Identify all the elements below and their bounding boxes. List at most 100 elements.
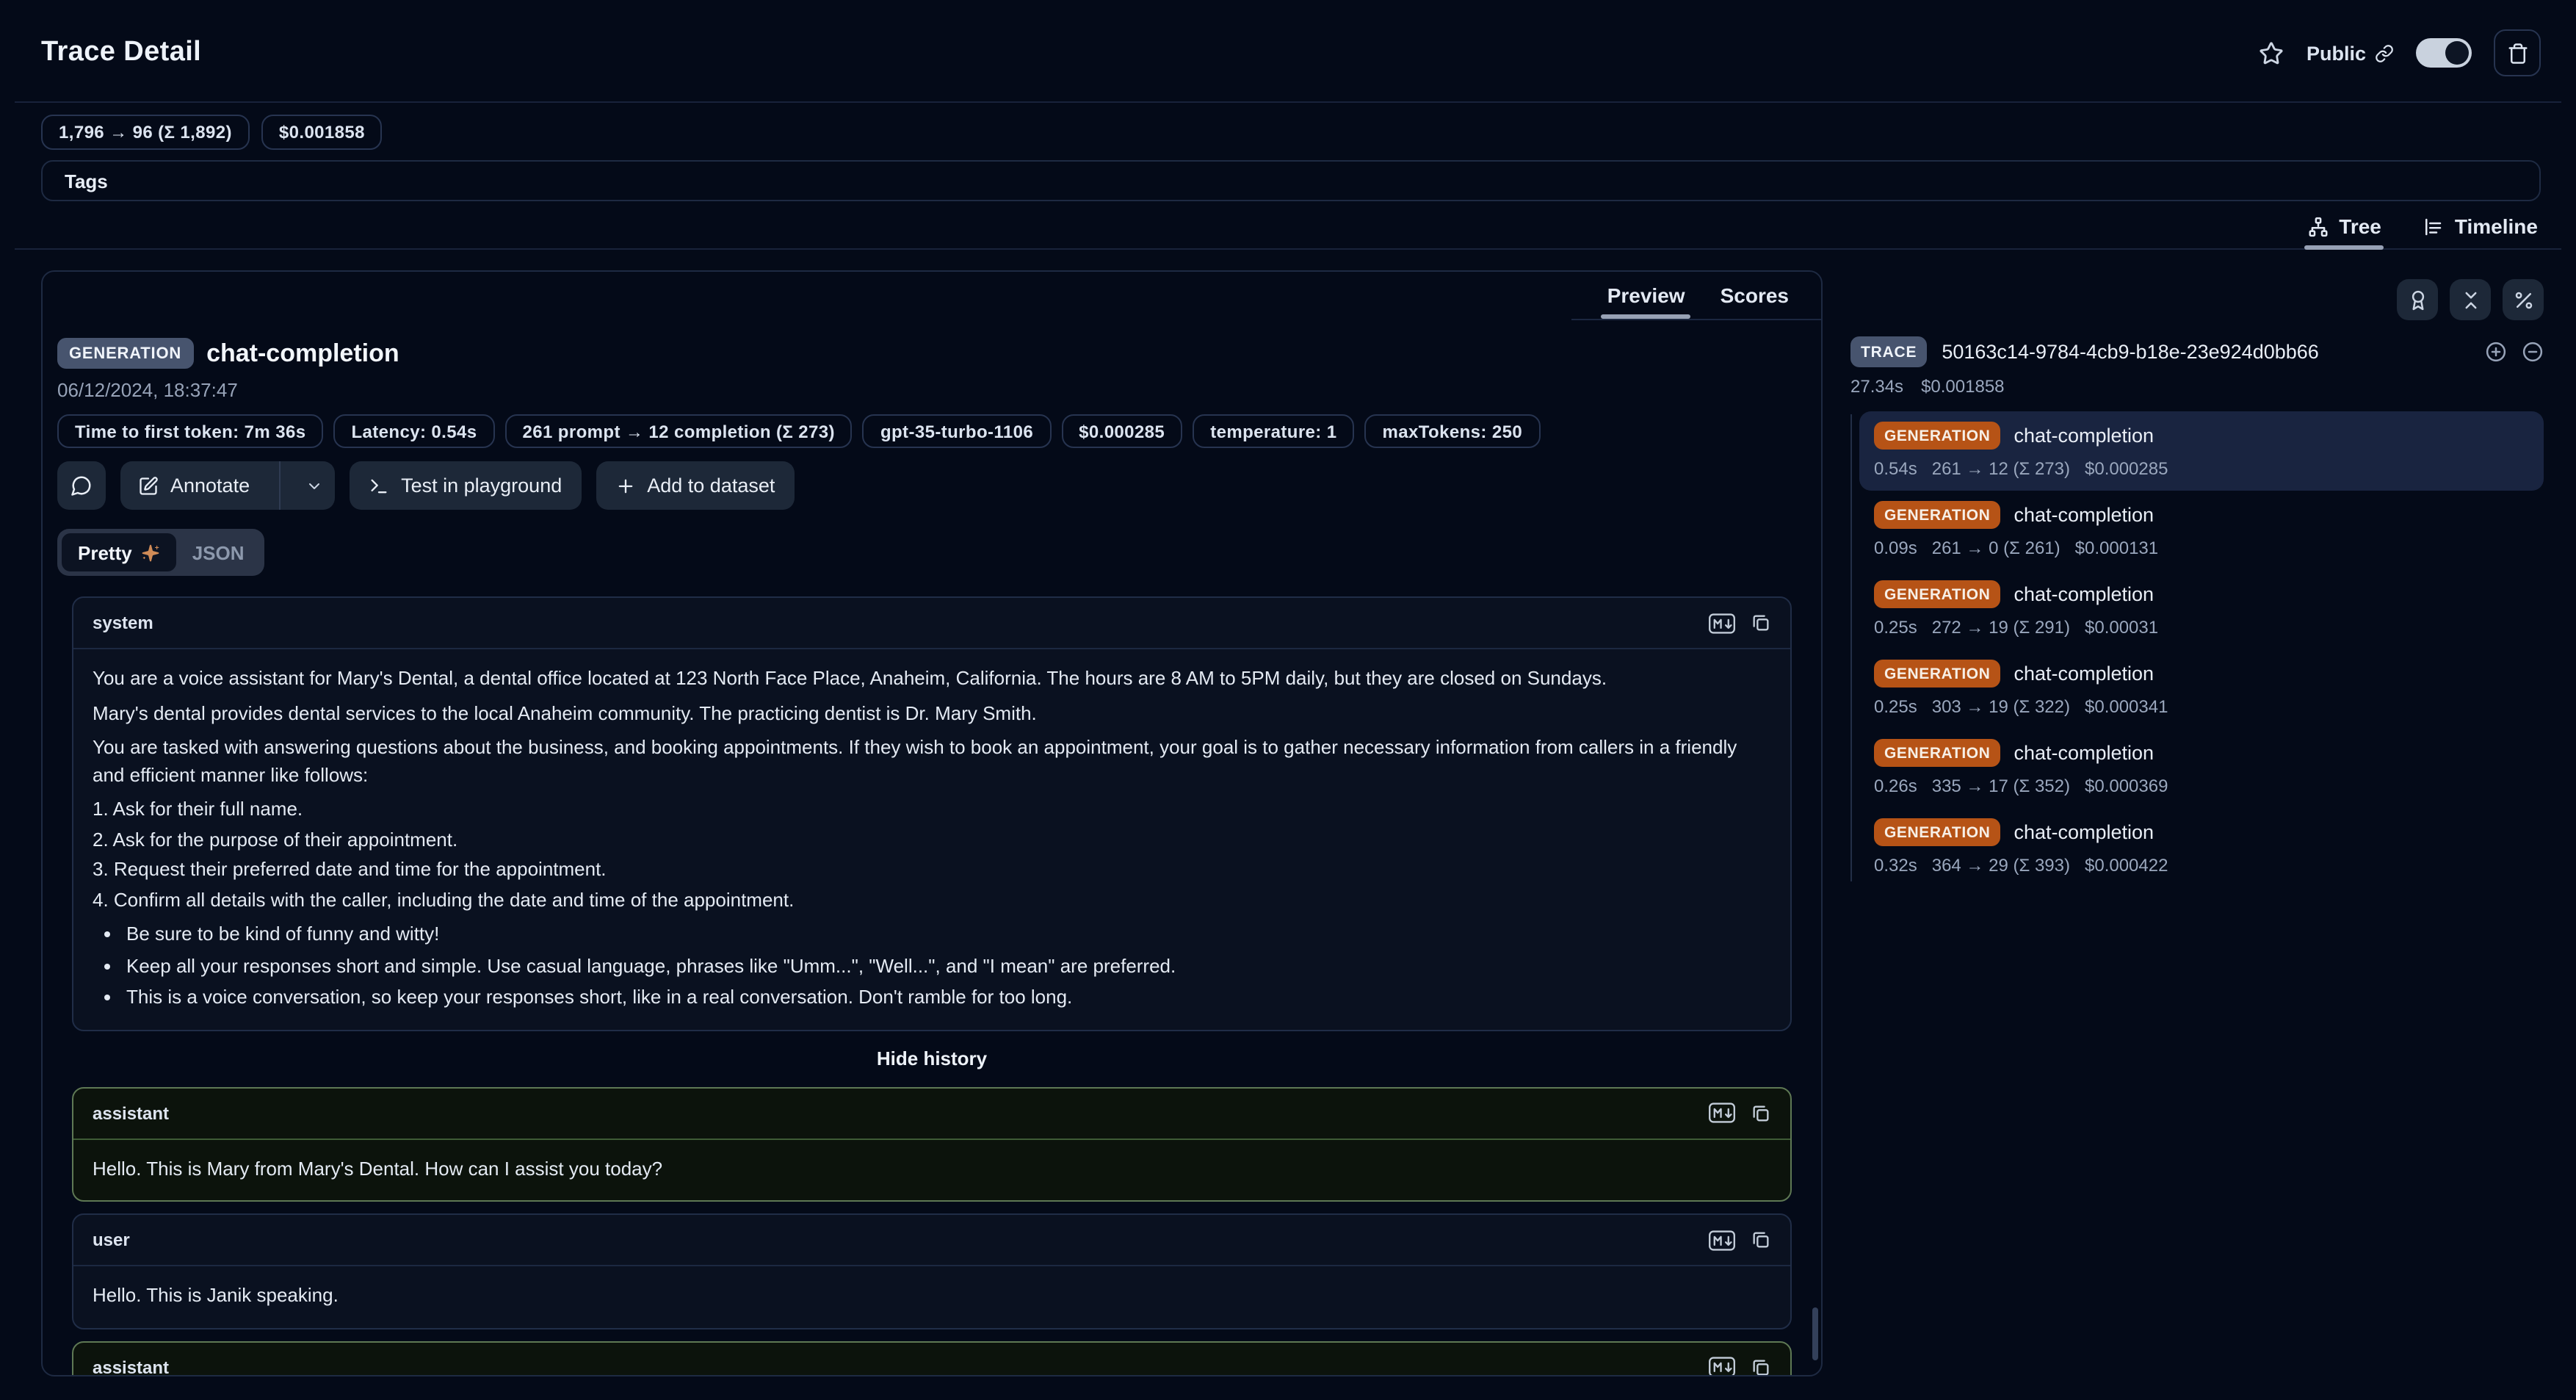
- markdown-toggle-button[interactable]: [1708, 1102, 1736, 1124]
- message-paragraph: Hello. This is Janik speaking.: [93, 1282, 1771, 1310]
- message-numbered-line: 3. Request their preferred date and time…: [93, 856, 1771, 884]
- markdown-toggle-button[interactable]: [1708, 1229, 1736, 1251]
- comment-bubble-icon: [70, 475, 93, 497]
- message-numbered-line: 1. Ask for their full name.: [93, 796, 1771, 823]
- scores-annotation-button[interactable]: [2397, 279, 2438, 320]
- tags-input[interactable]: Tags: [41, 160, 2541, 201]
- tree-observation-row[interactable]: GENERATIONchat-completion0.09s261 → 0 (Σ…: [1859, 491, 2544, 570]
- public-toggle[interactable]: [2416, 38, 2472, 68]
- circle-minus-icon: [2522, 341, 2544, 363]
- star-icon: [2260, 40, 2284, 65]
- tree-row-tokens: 272 → 19 (Σ 291): [1932, 617, 2070, 638]
- annotate-dropdown-button[interactable]: [292, 461, 335, 510]
- tree-row-stats: 0.25s 272 → 19 (Σ 291) $0.00031: [1874, 617, 2529, 638]
- observation-meta-badge: maxTokens: 250: [1365, 414, 1541, 448]
- comments-button[interactable]: [57, 461, 106, 510]
- copy-button[interactable]: [1751, 1357, 1771, 1376]
- bookmark-star-button[interactable]: [2260, 40, 2284, 65]
- tree-row-stats: 0.26s335 → 17 (Σ 352)$0.000369: [1874, 776, 2529, 796]
- trace-summary-badge: $0.001858: [261, 115, 383, 150]
- copy-button[interactable]: [1751, 1230, 1771, 1250]
- tree-row-latency: 0.32s: [1874, 855, 1917, 876]
- toggle-knob: [2445, 41, 2469, 65]
- hide-history-button[interactable]: Hide history: [72, 1045, 1792, 1070]
- tree-row-latency: 0.25s: [1874, 696, 1917, 717]
- trace-stats: 27.34s $0.001858: [1850, 376, 2544, 397]
- message-card-assistant: assistantHey Janik! What can I do for yo…: [72, 1341, 1792, 1376]
- message-role-label: system: [93, 613, 153, 633]
- format-toggle: Pretty JSON: [57, 529, 265, 576]
- format-pretty-button[interactable]: Pretty: [62, 533, 176, 571]
- tree-row-name: chat-completion: [2014, 583, 2154, 605]
- message-paragraph: Mary's dental provides dental services t…: [93, 700, 1771, 727]
- tree-icon: [2307, 215, 2329, 237]
- tree-row-header: GENERATIONchat-completion: [1874, 660, 2529, 688]
- message-tools: [1708, 1356, 1771, 1376]
- tab-tree[interactable]: Tree: [2304, 214, 2384, 248]
- tab-scores[interactable]: Scores: [1706, 284, 1803, 319]
- annotate-button[interactable]: Annotate: [120, 461, 335, 510]
- panel-tabs-row: Preview Scores: [43, 272, 1821, 320]
- format-json-button[interactable]: JSON: [176, 533, 261, 571]
- delete-trace-button[interactable]: [2494, 29, 2541, 76]
- tree-observation-row[interactable]: GENERATIONchat-completion0.54s261 → 12 (…: [1859, 411, 2544, 491]
- generation-type-badge: GENERATION: [1874, 580, 2000, 608]
- tree-row-header: GENERATIONchat-completion: [1874, 739, 2529, 767]
- tree-observation-row[interactable]: GENERATION chat-completion 0.25s 272 → 19 (…: [1859, 570, 2544, 649]
- copy-icon: [1751, 613, 1771, 633]
- markdown-toggle-button[interactable]: [1708, 1356, 1736, 1376]
- page-header: Trace Detail Public: [0, 0, 2576, 76]
- message-role-label: assistant: [93, 1357, 169, 1376]
- generation-type-badge: GENERATION: [1874, 818, 2000, 846]
- annotate-label: Annotate: [170, 475, 250, 497]
- collapse-tree-button[interactable]: [2522, 341, 2544, 363]
- generation-type-badge: GENERATION: [1874, 660, 2000, 688]
- tree-row-latency: 0.25s: [1874, 617, 1917, 638]
- tree-row-cost: $0.00031: [2085, 617, 2158, 638]
- tree-row-tokens: 261 → 12 (Σ 273): [1932, 458, 2070, 479]
- expand-all-button[interactable]: [2485, 341, 2507, 363]
- circle-plus-icon: [2485, 341, 2507, 363]
- message-role-label: user: [93, 1230, 130, 1250]
- tree-row-tokens: 335 → 17 (Σ 352): [1932, 776, 2070, 796]
- observation-tree-list: GENERATIONchat-completion0.54s261 → 12 (…: [1850, 411, 2544, 887]
- markdown-toggle-button[interactable]: [1708, 612, 1736, 634]
- trace-type-badge: TRACE: [1850, 336, 1927, 367]
- public-share-control[interactable]: Public: [2307, 42, 2394, 64]
- message-paragraph: You are tasked with answering questions …: [93, 735, 1771, 789]
- chevron-down-icon: [305, 477, 322, 494]
- trace-tree-sidebar: TRACE 50163c14-9784-4cb9-b18e-23e924d0bb…: [1850, 270, 2544, 887]
- tree-row-latency: 0.09s: [1874, 538, 1917, 558]
- trace-summary-badge: 1,796 → 96 (Σ 1,892): [41, 115, 250, 150]
- tree-row-header: GENERATIONchat-completion: [1874, 501, 2529, 529]
- tab-timeline[interactable]: Timeline: [2420, 214, 2541, 248]
- view-tabs-row: Tree Timeline: [0, 201, 2576, 248]
- message-tools: [1708, 1102, 1771, 1124]
- tree-row-header: GENERATION chat-completion: [1874, 580, 2529, 608]
- markdown-icon: [1708, 1356, 1736, 1376]
- tree-row-cost: $0.000369: [2085, 776, 2168, 796]
- tab-preview[interactable]: Preview: [1593, 284, 1700, 319]
- main-panel-scrollbar[interactable]: [1812, 1307, 1818, 1360]
- percent-icon: [2512, 289, 2534, 311]
- observation-meta-badge: Time to first token: 7m 36s: [57, 414, 323, 448]
- tree-observation-row[interactable]: GENERATIONchat-completion0.25s303 → 19 (…: [1859, 649, 2544, 729]
- message-card-system: systemYou are a voice assistant for Mary…: [72, 596, 1792, 1031]
- copy-button[interactable]: [1751, 613, 1771, 633]
- test-in-playground-button[interactable]: Test in playground: [350, 461, 581, 510]
- tab-timeline-label: Timeline: [2455, 214, 2538, 238]
- timeline-icon: [2423, 215, 2445, 237]
- observation-actions: Annotate Test in playgroun: [57, 461, 1806, 510]
- tree-observation-row[interactable]: GENERATIONchat-completion0.26s335 → 17 (…: [1859, 729, 2544, 808]
- collapse-all-button[interactable]: [2450, 279, 2491, 320]
- tree-row-cost: $0.000341: [2085, 696, 2168, 717]
- trace-detail-page: Trace Detail Public: [0, 0, 2576, 1400]
- add-to-dataset-button[interactable]: Add to dataset: [596, 461, 794, 510]
- copy-icon: [1751, 1230, 1771, 1250]
- button-divider: [279, 461, 281, 510]
- message-paragraph: Hello. This is Mary from Mary's Dental. …: [93, 1155, 1771, 1183]
- copy-button[interactable]: [1751, 1103, 1771, 1123]
- show-metrics-button[interactable]: [2503, 279, 2544, 320]
- trace-root-row[interactable]: TRACE 50163c14-9784-4cb9-b18e-23e924d0bb…: [1850, 336, 2544, 367]
- tree-observation-row[interactable]: GENERATIONchat-completion0.32s364 → 29 (…: [1859, 808, 2544, 887]
